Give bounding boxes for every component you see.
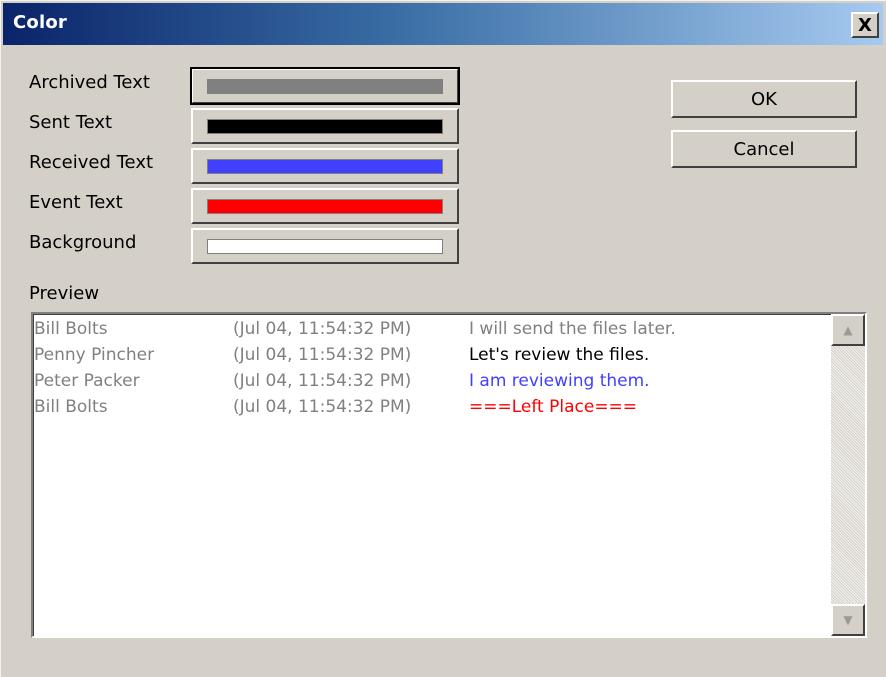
preview-timestamp: (Jul 04, 11:54:32 PM)	[233, 371, 412, 391]
preview-message: I will send the files later.	[469, 319, 676, 339]
color-dialog: Color X Archived Text Sent Text Received…	[0, 0, 886, 677]
event-text-color-button[interactable]	[191, 188, 459, 224]
title-bar[interactable]: Color X	[3, 3, 883, 45]
archived-text-label: Archived Text	[29, 72, 150, 93]
gray-swatch	[207, 79, 443, 94]
window-title: Color	[13, 12, 67, 33]
close-icon: X	[858, 14, 872, 36]
scroll-up-button[interactable]: ▲	[831, 314, 865, 346]
cancel-button[interactable]: Cancel	[671, 130, 857, 168]
preview-sender: Bill Bolts	[34, 397, 108, 417]
close-button[interactable]: X	[851, 12, 879, 38]
preview-sender: Penny Pincher	[34, 345, 155, 365]
ok-button[interactable]: OK	[671, 80, 857, 118]
white-swatch	[207, 239, 443, 254]
blue-swatch	[207, 159, 443, 174]
preview-sender: Bill Bolts	[34, 319, 108, 339]
received-text-label: Received Text	[29, 152, 154, 173]
cancel-button-label: Cancel	[733, 138, 795, 160]
preview-pane[interactable]: Bill Bolts (Jul 04, 11:54:32 PM) I will …	[31, 312, 867, 638]
ok-button-label: OK	[751, 88, 777, 110]
received-text-color-button[interactable]	[191, 148, 459, 184]
archived-text-color-button[interactable]	[190, 67, 460, 105]
arrow-up-icon: ▲	[843, 323, 853, 337]
preview-message: I am reviewing them.	[469, 371, 650, 391]
arrow-down-icon: ▼	[843, 613, 853, 627]
preview-label: Preview	[29, 283, 100, 304]
preview-timestamp: (Jul 04, 11:54:32 PM)	[233, 319, 412, 339]
preview-message: ===Left Place===	[469, 397, 638, 417]
preview-sender: Peter Packer	[34, 371, 140, 391]
event-text-label: Event Text	[29, 192, 123, 213]
preview-message: Let's review the files.	[469, 345, 650, 365]
background-color-button[interactable]	[191, 228, 459, 264]
preview-timestamp: (Jul 04, 11:54:32 PM)	[233, 397, 412, 417]
sent-text-label: Sent Text	[29, 112, 113, 133]
scroll-down-button[interactable]: ▼	[831, 604, 865, 636]
background-label: Background	[29, 232, 137, 253]
black-swatch	[207, 119, 443, 134]
red-swatch	[207, 199, 443, 214]
preview-timestamp: (Jul 04, 11:54:32 PM)	[233, 345, 412, 365]
vertical-scrollbar[interactable]: ▲ ▼	[831, 314, 865, 636]
sent-text-color-button[interactable]	[191, 108, 459, 144]
